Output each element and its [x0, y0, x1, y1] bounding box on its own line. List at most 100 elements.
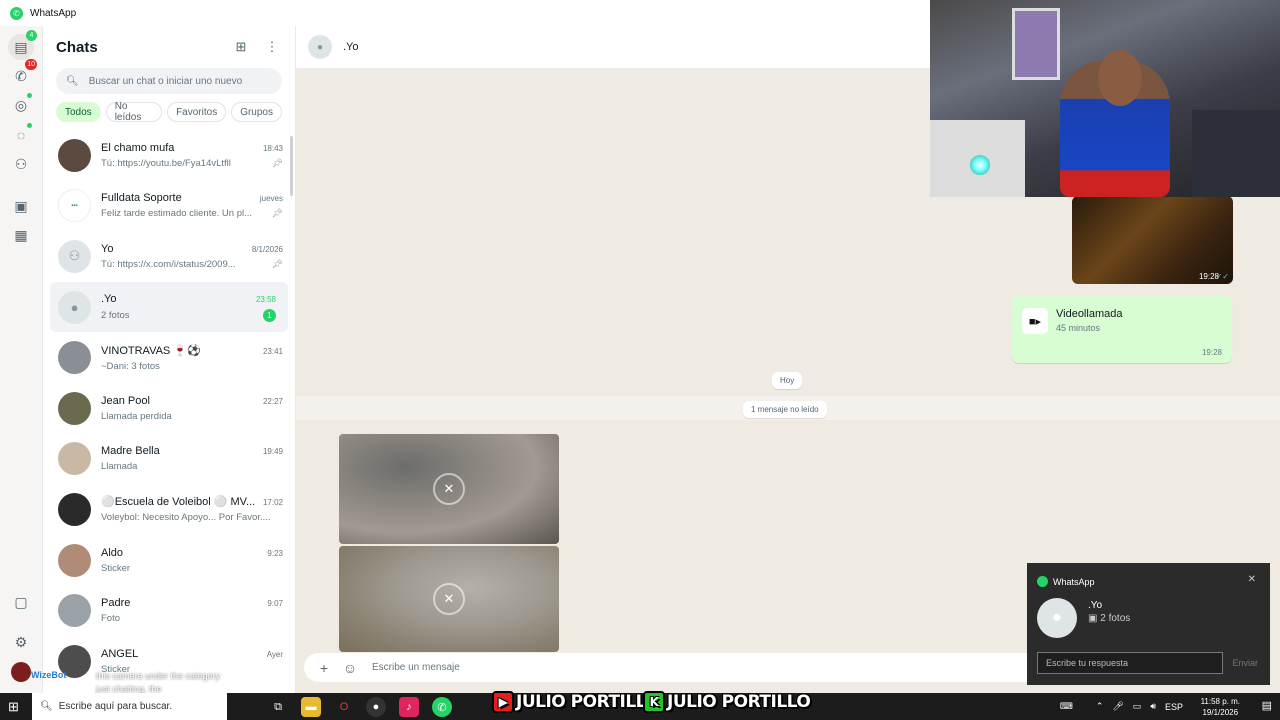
chat-item-selected[interactable]: ● .Yo 23:58 2 fotos 1: [50, 281, 288, 333]
chat-list-title: Chats: [56, 38, 98, 56]
chevron-up-icon[interactable]: ⌃: [1096, 701, 1104, 712]
chat-time: 8/1/2026: [251, 244, 283, 254]
avatar: [58, 341, 91, 375]
chat-name: Yo: [101, 242, 114, 255]
channels-nav-button[interactable]: ◌: [8, 122, 34, 148]
pin-icon: 📌︎: [271, 157, 283, 168]
videocall-message[interactable]: ■▸ Videollamada 45 minutos 19:28: [1012, 296, 1232, 363]
whatsapp-logo-icon: [1037, 576, 1048, 587]
search-icon: 🔍︎: [66, 75, 79, 87]
task-view-icon[interactable]: ⧉: [268, 697, 288, 717]
media-nav-button[interactable]: ▢: [8, 589, 34, 615]
chat-item[interactable]: ⚪Escuela de Voleibol ⚪ MV... 17:02 Voleyb…: [43, 484, 295, 535]
contact-avatar[interactable]: ●: [308, 35, 332, 59]
volume-icon[interactable]: 🔊︎: [1150, 701, 1156, 712]
received-photo-2[interactable]: ✕: [339, 546, 559, 652]
filter-all[interactable]: Todos: [56, 102, 101, 122]
pin-icon: 📌︎: [271, 208, 283, 219]
obs-icon[interactable]: ●: [366, 697, 386, 717]
toast-message: ▣ 2 fotos: [1088, 613, 1130, 624]
notification-center-icon[interactable]: ▤: [1262, 699, 1272, 712]
network-icon[interactable]: ▭: [1133, 701, 1142, 712]
toast-send-button[interactable]: Enviar: [1232, 658, 1258, 668]
keyboard-icon[interactable]: ⌨: [1060, 701, 1073, 712]
chat-item[interactable]: VINOTRAVAS 🍷⚽ 23:41 ~Dani: 3 fotos: [43, 332, 295, 383]
search-input[interactable]: 🔍︎ Buscar un chat o iniciar uno nuevo: [56, 68, 282, 94]
cancel-download-icon[interactable]: ✕: [433, 583, 465, 615]
filter-unread[interactable]: No leídos: [105, 101, 163, 123]
fulldata-logo-avatar: ▪▪▪: [58, 189, 91, 223]
settings-nav-button[interactable]: ⚙: [8, 629, 34, 655]
conversation-title: .Yo: [343, 41, 359, 53]
group-icon: ⚇: [68, 248, 81, 264]
chat-list-scrollbar[interactable]: [290, 136, 293, 196]
clock[interactable]: 11:58 p. m. 19/1/2026: [1201, 696, 1240, 718]
chat-item[interactable]: Jean Pool 22:27 Llamada perdida: [43, 383, 295, 434]
communities-nav-button[interactable]: ⚇: [8, 151, 34, 177]
chat-name: Jean Pool: [101, 394, 150, 407]
taskbar-search[interactable]: 🔍︎ Escribe aquí para buscar.: [32, 693, 227, 720]
attach-plus-icon[interactable]: +: [314, 658, 334, 678]
group-avatar: ⚇: [58, 239, 91, 273]
search-placeholder: Buscar un chat o iniciar uno nuevo: [88, 75, 243, 87]
received-photo-1[interactable]: ✕: [339, 434, 559, 544]
file-explorer-icon[interactable]: ▬: [301, 697, 321, 717]
webcam-pc-fan: [970, 155, 990, 175]
status-nav-button[interactable]: ◎: [8, 92, 34, 118]
chat-name: ANGEL: [101, 647, 139, 660]
filter-favorites[interactable]: Favoritos: [167, 102, 227, 122]
communities-icon: ⚇: [14, 155, 28, 172]
tools-nav-button[interactable]: ▦: [8, 222, 34, 248]
whatsapp-taskbar-icon[interactable]: ✆: [432, 697, 452, 717]
chat-item[interactable]: Aldo 9:23 Sticker: [43, 535, 295, 586]
conversation-header[interactable]: ● .Yo: [296, 26, 930, 69]
youtube-logo-icon: ▶: [492, 691, 514, 713]
chat-preview: Voleybol: Necesito Apoyo... Por Favor...…: [101, 512, 271, 524]
toast-avatar: ●: [1037, 598, 1077, 638]
emoji-icon[interactable]: ☺: [340, 658, 360, 678]
chat-item[interactable]: ⚇ Yo 8/1/2026 Tú: https://x.com/i/status/…: [43, 231, 295, 282]
message-composer[interactable]: + ☺ Escribe un mensaje: [304, 653, 1039, 682]
chat-item[interactable]: ▪▪▪ Fulldata Soporte jueves Feliz tarde e…: [43, 181, 295, 232]
calls-nav-button[interactable]: ✆ 10: [8, 59, 37, 89]
photo-icon: ▣: [1088, 613, 1101, 624]
profile-avatar[interactable]: [11, 662, 31, 682]
sent-photo-message[interactable]: 19:28 ✓✓: [1072, 196, 1233, 284]
chat-item[interactable]: El chamo mufa 18:43 Tú: https://youtu.be/…: [43, 130, 295, 181]
chat-item[interactable]: Madre Bella 19:49 Llamada: [43, 434, 295, 485]
chat-name: El chamo mufa: [101, 141, 175, 154]
notification-toast[interactable]: WhatsApp ✕ ● .Yo ▣ 2 fotos Escribe tu re…: [1027, 563, 1270, 685]
chat-preview: Tú: https://x.com/i/status/2009...: [101, 258, 236, 270]
webcam-person-head: [1098, 50, 1142, 106]
unread-divider: 1 mensaje no leído: [743, 401, 827, 418]
message-time: 19:28: [1201, 348, 1222, 357]
close-icon[interactable]: ✕: [1248, 574, 1256, 585]
webcam-bed: [1192, 110, 1280, 197]
tiktok-icon[interactable]: ♪: [399, 697, 419, 717]
toast-reply-input[interactable]: Escribe tu respuesta: [1037, 652, 1223, 674]
clock-time: 11:58 p. m.: [1200, 697, 1240, 706]
windows-start-icon[interactable]: ⊞: [8, 699, 23, 714]
avatar: [58, 442, 91, 476]
chat-preview: Llamada perdida: [101, 410, 172, 422]
microphone-icon[interactable]: 🎤︎: [1112, 701, 1123, 712]
chat-name: .Yo: [101, 292, 117, 305]
kick-logo-icon: K: [643, 691, 665, 713]
toast-reply-placeholder: Escribe tu respuesta: [1046, 658, 1129, 668]
more-options-icon[interactable]: ⋮: [261, 36, 283, 58]
language-indicator[interactable]: ESP: [1165, 702, 1183, 712]
chats-nav-button[interactable]: ▤ 4: [8, 30, 37, 60]
chat-item[interactable]: Padre 9:07 Foto: [43, 585, 295, 636]
archived-nav-button[interactable]: ▣: [8, 193, 34, 219]
videocall-title: Videollamada: [1056, 308, 1123, 320]
new-chat-icon[interactable]: ⊞: [230, 36, 252, 58]
cancel-download-icon[interactable]: ✕: [433, 473, 465, 505]
chat-time: 23:41: [262, 346, 283, 356]
filter-groups[interactable]: Grupos: [231, 102, 282, 122]
gear-icon: ⚙: [14, 633, 28, 650]
chat-time: jueves: [259, 194, 283, 204]
chats-unread-badge: 4: [26, 30, 37, 41]
toast-sender: .Yo: [1088, 600, 1103, 611]
opera-icon[interactable]: O: [334, 697, 354, 717]
kick-banner: K JULIO PORTILLO: [643, 688, 811, 716]
